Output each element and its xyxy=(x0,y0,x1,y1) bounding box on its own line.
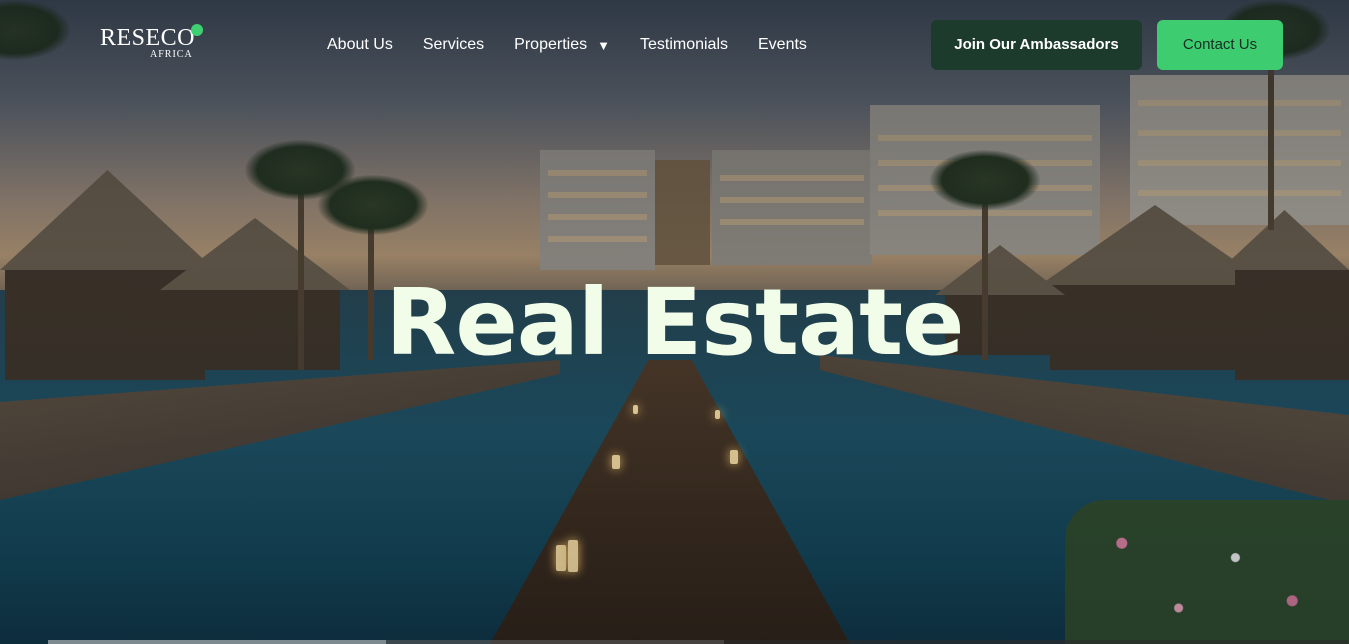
bottom-divider xyxy=(48,640,1348,644)
nav-item-label: Events xyxy=(758,36,807,53)
brand-subname: AFRICA xyxy=(150,49,193,60)
join-ambassadors-button[interactable]: Join Our Ambassadors xyxy=(931,20,1142,70)
logo-dot-icon xyxy=(191,24,203,36)
main-nav: About Us Services Properties ▼ Testimoni… xyxy=(327,33,837,57)
brand-name: RESECO xyxy=(100,25,196,51)
caret-down-icon: ▼ xyxy=(597,38,610,53)
nav-item-services[interactable]: Services xyxy=(423,34,484,56)
nav-item-about-us[interactable]: About Us xyxy=(327,34,393,56)
nav-item-label: About Us xyxy=(327,36,393,53)
hero-headline: Real Estate xyxy=(385,269,965,376)
hero-section: RESECO AFRICA About Us Services Properti… xyxy=(0,0,1349,644)
nav-item-label: Properties xyxy=(514,36,588,53)
nav-item-label: Services xyxy=(422,36,485,53)
nav-item-properties[interactable]: Properties ▼ xyxy=(514,33,610,57)
site-header: RESECO AFRICA About Us Services Properti… xyxy=(0,0,1349,90)
nav-item-testimonials[interactable]: Testimonials xyxy=(640,34,728,56)
nav-item-events[interactable]: Events xyxy=(758,34,807,56)
brand-logo[interactable]: RESECO AFRICA xyxy=(100,24,210,64)
contact-us-button[interactable]: Contact Us xyxy=(1157,20,1283,70)
nav-item-label: Testimonials xyxy=(639,36,728,53)
